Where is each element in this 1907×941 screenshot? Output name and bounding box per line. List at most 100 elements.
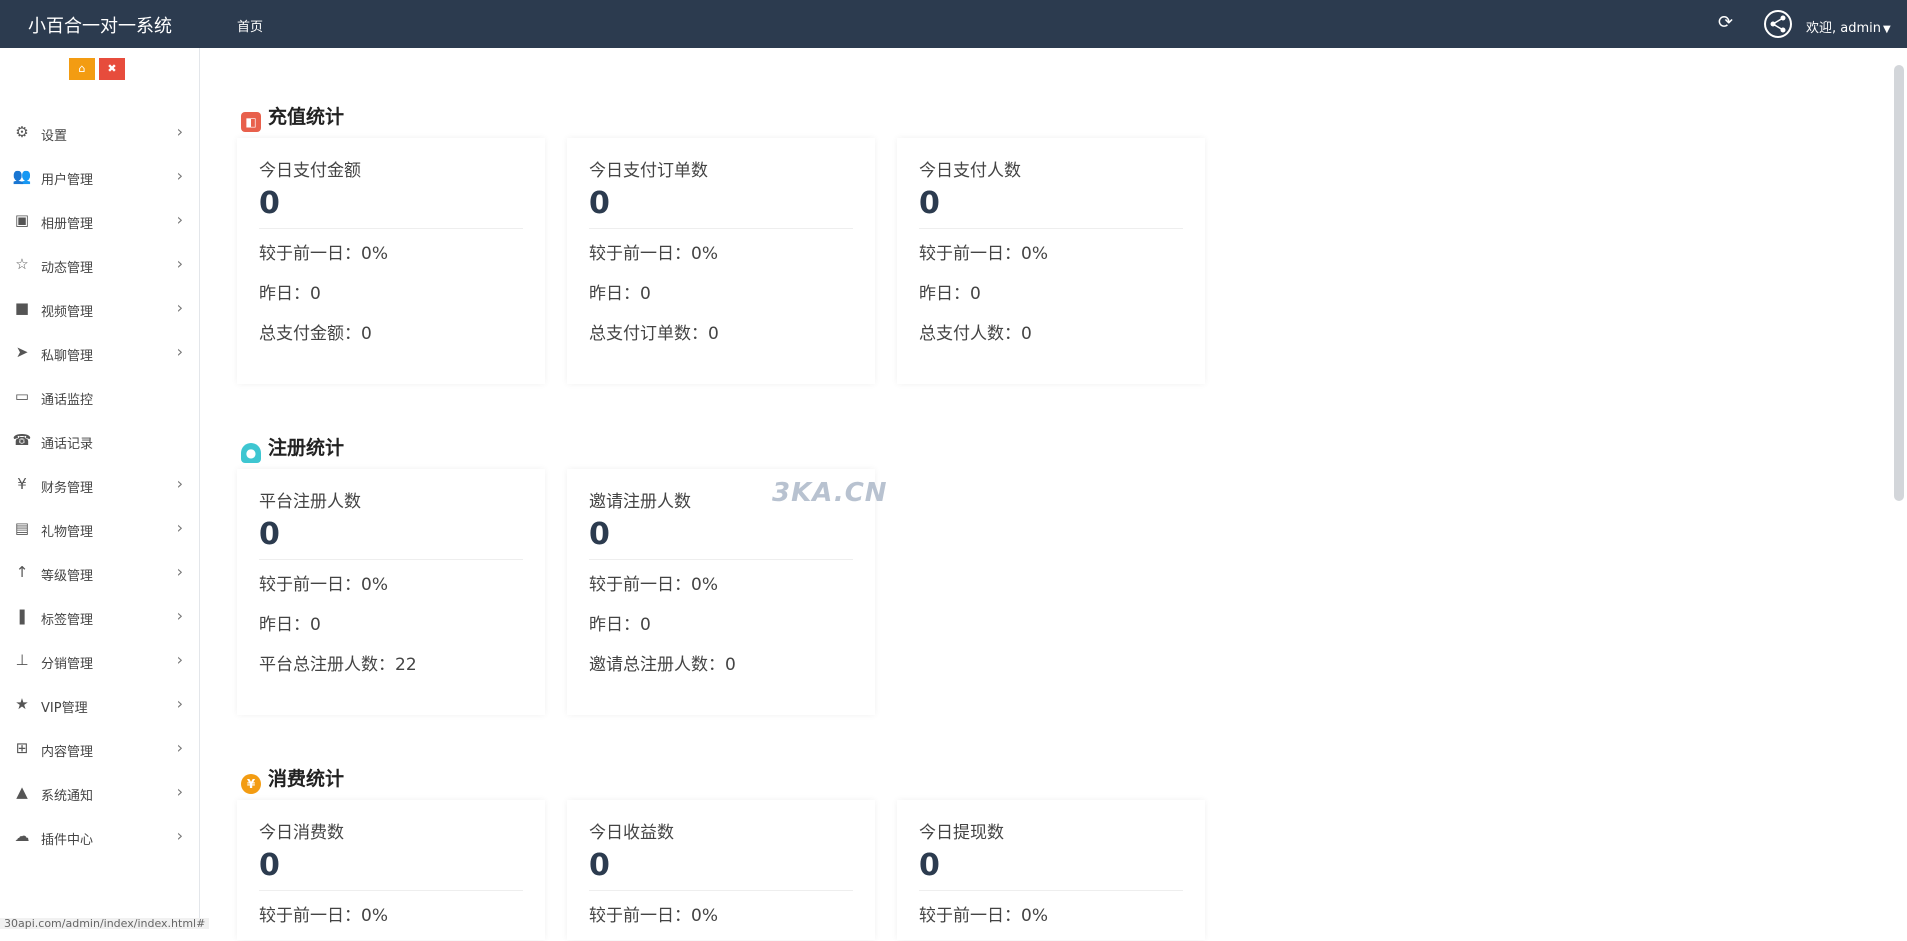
- star-icon: ★: [15, 695, 29, 713]
- card-title: 今日支付人数: [919, 161, 1021, 181]
- sidebar-item[interactable]: ▤ 礼物管理 ›: [0, 507, 199, 551]
- status-url: 30api.com/admin/index/index.html#: [0, 918, 210, 929]
- card-total: 总支付金额：0: [259, 324, 372, 344]
- sidebar-item[interactable]: ¥ 财务管理 ›: [0, 463, 199, 507]
- sidebar-item-label: 通话记录: [41, 437, 94, 452]
- section-title-text: 注册统计: [268, 437, 345, 459]
- sidebar: ⌂ ✖ ⚙ 设置 › 👥 用户管理 › ▣ 相册管理 › ☆ 动态管理 › ■ 视频管理 › ➤ 私聊管理 › ▭ 通话…: [0, 48, 200, 929]
- card-divider: [919, 890, 1183, 891]
- stat-card: 今日支付人数 0 较于前一日：0% 昨日：0 总支付人数：0: [897, 138, 1205, 384]
- sidebar-item[interactable]: ▣ 相册管理 ›: [0, 199, 199, 243]
- card-yesterday: 昨日：0: [259, 284, 321, 304]
- sidebar-item-label: VIP管理: [41, 701, 88, 716]
- wallet-icon: ◧: [241, 112, 261, 132]
- section-title-recharge: ◧ 充值统计: [241, 102, 344, 132]
- stat-card: 平台注册人数 0 较于前一日：0% 昨日：0 平台总注册人数：22: [237, 469, 545, 715]
- card-divider: [259, 228, 523, 229]
- sidebar-item[interactable]: ➤ 私聊管理 ›: [0, 331, 199, 375]
- bell-icon: ▲: [16, 783, 28, 801]
- card-title: 今日提现数: [919, 823, 1004, 843]
- sidebar-item-label: 视频管理: [41, 305, 94, 320]
- card-divider: [919, 228, 1183, 229]
- user-menu[interactable]: 欢迎, admin ▼: [1806, 17, 1891, 36]
- trash-button[interactable]: ✖: [99, 58, 125, 80]
- card-divider: [589, 559, 853, 560]
- card-value: 0: [259, 186, 280, 221]
- card-compare: 较于前一日：0%: [919, 244, 1048, 264]
- sidebar-quick-buttons: ⌂ ✖: [69, 57, 129, 80]
- card-value: 0: [919, 186, 940, 221]
- grid-icon: ⊞: [15, 739, 29, 757]
- sidebar-item[interactable]: ⊥ 分销管理 ›: [0, 639, 199, 683]
- card-title: 今日消费数: [259, 823, 344, 843]
- sidebar-item[interactable]: ☁ 插件中心 ›: [0, 815, 199, 859]
- caret-down-icon: ▼: [1883, 24, 1891, 35]
- avatar[interactable]: [1764, 10, 1792, 38]
- app-title[interactable]: 小百合一对一系统: [28, 12, 172, 38]
- chevron-right-icon: ›: [176, 254, 183, 273]
- chevron-right-icon: ›: [176, 650, 183, 669]
- refresh-icon[interactable]: ⟳: [1718, 12, 1733, 33]
- chevron-right-icon: ›: [176, 826, 183, 845]
- stat-card: 今日支付金额 0 较于前一日：0% 昨日：0 总支付金额：0: [237, 138, 545, 384]
- sidebar-item-label: 设置: [41, 129, 68, 144]
- sidebar-item[interactable]: 👥 用户管理 ›: [0, 155, 199, 199]
- sidebar-item-label: 等级管理: [41, 569, 94, 584]
- top-navbar: 小百合一对一系统 首页 ⟳ 欢迎, admin ▼: [0, 0, 1907, 48]
- sidebar-item-label: 标签管理: [41, 613, 94, 628]
- card-compare: 较于前一日：0%: [259, 244, 388, 264]
- nav-home-link[interactable]: 首页: [237, 16, 263, 35]
- card-total: 总支付订单数：0: [589, 324, 719, 344]
- sidebar-item[interactable]: ▭ 通话监控: [0, 375, 199, 419]
- chevron-right-icon: ›: [176, 298, 183, 317]
- stat-card: 今日提现数 0 较于前一日：0%: [897, 800, 1205, 940]
- main-content: ◧ 充值统计 今日支付金额 0 较于前一日：0% 昨日：0 总支付金额：0 今日支…: [200, 48, 1880, 940]
- sidebar-item-label: 动态管理: [41, 261, 94, 276]
- card-compare: 较于前一日：0%: [589, 244, 718, 264]
- sidebar-item[interactable]: ❚ 标签管理 ›: [0, 595, 199, 639]
- telegram-icon: ➤: [15, 343, 29, 361]
- users-icon: 👥: [12, 167, 32, 185]
- sidebar-item-label: 内容管理: [41, 745, 94, 760]
- sidebar-item[interactable]: ▲ 系统通知 ›: [0, 771, 199, 815]
- card-yesterday: 昨日：0: [259, 615, 321, 635]
- card-yesterday: 昨日：0: [589, 284, 651, 304]
- yen-icon: ¥: [241, 774, 261, 794]
- card-compare: 较于前一日：0%: [259, 575, 388, 595]
- star-outline-icon: ☆: [15, 255, 29, 273]
- sidebar-item-label: 用户管理: [41, 173, 94, 188]
- chevron-right-icon: ›: [176, 122, 183, 141]
- sidebar-item[interactable]: ⚙ 设置 ›: [0, 111, 199, 155]
- level-up-icon: ↑: [15, 563, 29, 581]
- card-title: 平台注册人数: [259, 492, 361, 512]
- sidebar-item-label: 系统通知: [41, 789, 94, 804]
- card-total: 邀请总注册人数：0: [589, 655, 736, 675]
- user-icon: ●: [241, 443, 261, 463]
- scrollbar[interactable]: [1894, 65, 1904, 501]
- card-compare: 较于前一日：0%: [589, 575, 718, 595]
- sidebar-item[interactable]: ★ VIP管理 ›: [0, 683, 199, 727]
- chevron-right-icon: ›: [176, 606, 183, 625]
- section-title-text: 充值统计: [268, 106, 345, 128]
- card-value: 0: [919, 848, 940, 883]
- home-button[interactable]: ⌂: [69, 58, 95, 80]
- sidebar-item[interactable]: ↑ 等级管理 ›: [0, 551, 199, 595]
- card-divider: [589, 228, 853, 229]
- stat-card: 今日消费数 0 较于前一日：0%: [237, 800, 545, 940]
- bookmark-icon: ❚: [15, 607, 29, 625]
- yen-icon: ¥: [17, 475, 27, 493]
- sidebar-item[interactable]: ⊞ 内容管理 ›: [0, 727, 199, 771]
- card-divider: [259, 559, 523, 560]
- monitor-icon: ▭: [14, 387, 30, 405]
- stat-card: 今日支付订单数 0 较于前一日：0% 昨日：0 总支付订单数：0: [567, 138, 875, 384]
- welcome-text: 欢迎, admin: [1806, 21, 1881, 36]
- chevron-right-icon: ›: [176, 474, 183, 493]
- sidebar-item[interactable]: ☆ 动态管理 ›: [0, 243, 199, 287]
- card-value: 0: [589, 848, 610, 883]
- sidebar-item-label: 财务管理: [41, 481, 94, 496]
- sidebar-item[interactable]: ☎ 通话记录: [0, 419, 199, 463]
- sidebar-item[interactable]: ■ 视频管理 ›: [0, 287, 199, 331]
- card-divider: [259, 890, 523, 891]
- section-title-text: 消费统计: [268, 768, 345, 790]
- card-value: 0: [259, 517, 280, 552]
